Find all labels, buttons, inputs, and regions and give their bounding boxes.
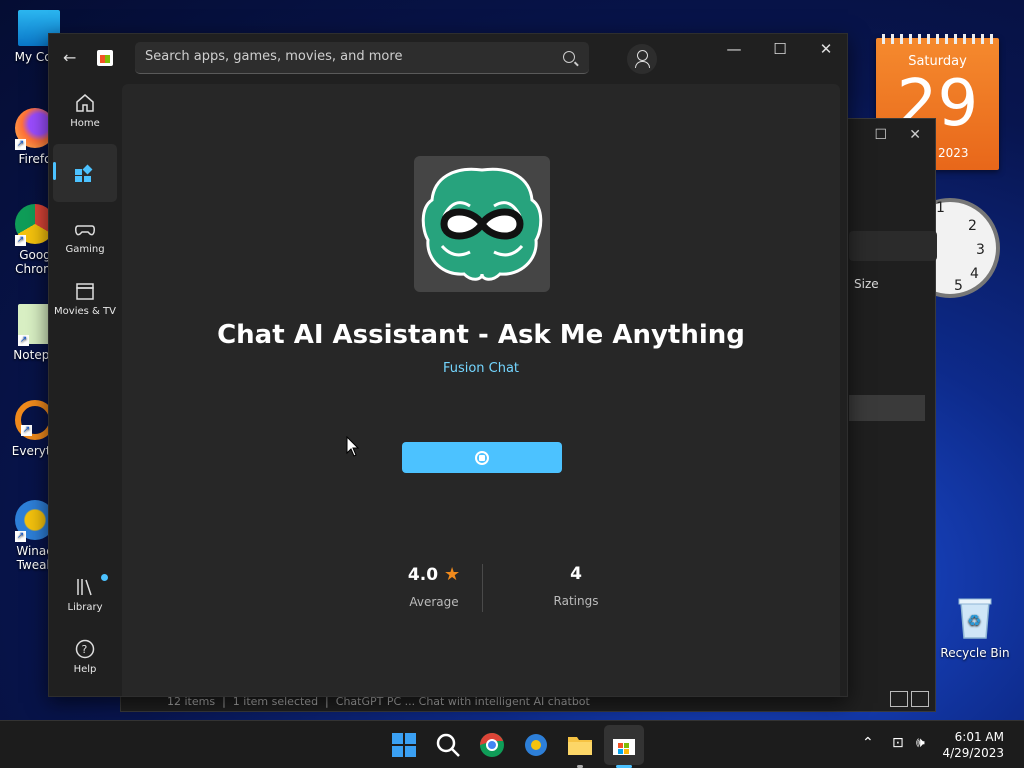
- svg-text:?: ?: [82, 643, 88, 656]
- large-icons-view-icon[interactable]: [911, 691, 929, 707]
- close-icon[interactable]: ✕: [909, 127, 921, 143]
- nav-help[interactable]: ? Help: [53, 638, 117, 675]
- nav-help-label: Help: [73, 664, 97, 675]
- rating-divider: [482, 564, 483, 612]
- nav-library[interactable]: Library: [53, 576, 117, 613]
- chrome-icon[interactable]: [478, 731, 506, 759]
- nav-home-label: Home: [70, 118, 100, 129]
- explorer-window-controls[interactable]: ☐ ✕: [874, 127, 921, 143]
- calendar-year: 2023: [938, 146, 969, 160]
- shortcut-arrow-icon: ↗: [21, 425, 32, 436]
- svg-text:♻: ♻: [967, 611, 981, 630]
- notepad-icon: ↗: [18, 304, 52, 346]
- help-icon: ?: [75, 639, 95, 659]
- app-title: Chat AI Assistant - Ask Me Anything: [217, 320, 745, 350]
- svg-text:5: 5: [954, 278, 963, 294]
- winaero-tweaker-icon[interactable]: [522, 731, 550, 759]
- store-search-box[interactable]: [135, 42, 589, 74]
- details-view-icon[interactable]: [890, 691, 908, 707]
- home-icon: [76, 94, 94, 112]
- gamepad-icon: [75, 225, 95, 236]
- ratings-count-value: 4: [570, 564, 582, 584]
- shortcut-arrow-icon: ↗: [15, 235, 26, 246]
- volume-icon[interactable]: 🕪: [916, 735, 925, 751]
- rating-average-label: Average: [409, 595, 459, 609]
- search-icon[interactable]: [563, 51, 575, 63]
- rating-average: 4.0 ★ Average: [394, 564, 474, 609]
- windows-start-icon[interactable]: [390, 731, 418, 759]
- account-icon[interactable]: [627, 44, 657, 74]
- search-icon[interactable]: [434, 731, 462, 759]
- nav-gaming[interactable]: Gaming: [53, 218, 117, 255]
- taskbar: ⌃ ⊡ 🕪 6:01 AM 4/29/2023: [0, 720, 1024, 768]
- app-publisher-link[interactable]: Fusion Chat: [122, 361, 840, 376]
- star-icon: ★: [443, 564, 461, 585]
- mouse-cursor-icon: [346, 436, 360, 457]
- shortcut-arrow-icon: ↗: [18, 335, 29, 346]
- desktop-icon-recycle-bin[interactable]: ♻ Recycle Bin: [940, 596, 1010, 660]
- maximize-icon[interactable]: ☐: [874, 127, 887, 143]
- clock-gadget[interactable]: 2 3 4 5 1: [900, 188, 1000, 310]
- rating-value: 4.0: [407, 565, 439, 585]
- chevron-up-icon[interactable]: ⌃: [862, 735, 874, 751]
- store-titlebar: ← — ☐ ✕: [49, 34, 847, 84]
- nav-active-indicator: [53, 162, 56, 180]
- close-icon[interactable]: ✕: [811, 40, 841, 58]
- selected-row[interactable]: [849, 395, 925, 421]
- apps-icon[interactable]: [74, 163, 94, 183]
- taskbar-time: 6:01 AM: [954, 730, 1004, 744]
- explorer-search-box[interactable]: [849, 231, 937, 261]
- ratings-count-label: Ratings: [553, 594, 599, 608]
- network-icon[interactable]: ⊡: [892, 735, 904, 751]
- brain-infinity-icon: [421, 167, 543, 281]
- microsoft-store-icon[interactable]: [610, 731, 638, 759]
- app-detail-pane: Chat AI Assistant - Ask Me Anything Fusi…: [122, 84, 840, 696]
- maximize-icon[interactable]: ☐: [765, 40, 795, 58]
- taskbar-date: 4/29/2023: [942, 746, 1004, 760]
- app-logo: [414, 156, 550, 292]
- library-icon: [77, 579, 92, 596]
- svg-text:2: 2: [968, 218, 977, 234]
- shortcut-arrow-icon: ↗: [15, 531, 26, 542]
- store-search-input[interactable]: [145, 49, 545, 64]
- nav-library-label: Library: [67, 602, 103, 613]
- analog-clock-icon: 2 3 4 5 1: [900, 198, 1000, 298]
- column-header-size[interactable]: Size: [854, 277, 879, 291]
- file-explorer-icon[interactable]: [566, 731, 594, 759]
- library-update-badge: [101, 574, 108, 581]
- shortcut-arrow-icon: ↗: [15, 139, 26, 150]
- nav-movies-label: Movies & TV: [54, 306, 116, 317]
- view-buttons[interactable]: [890, 691, 929, 707]
- taskbar-clock[interactable]: 6:01 AM 4/29/2023: [942, 729, 1004, 761]
- minimize-icon[interactable]: —: [719, 40, 749, 58]
- rating-count: 4 Ratings: [536, 564, 616, 608]
- nav-movies-tv[interactable]: Movies & TV: [53, 280, 117, 317]
- store-logo-icon: [97, 50, 113, 66]
- nav-home[interactable]: Home: [53, 92, 117, 129]
- nav-gaming-label: Gaming: [65, 244, 105, 255]
- svg-text:3: 3: [976, 242, 985, 258]
- calendar-rings: [882, 34, 993, 44]
- clapperboard-icon: [76, 283, 94, 300]
- svg-text:1: 1: [936, 200, 945, 216]
- install-progress-spinner-icon: [475, 451, 489, 465]
- recycle-bin-icon: ♻: [958, 598, 992, 639]
- recycle-bin-label: Recycle Bin: [940, 646, 1010, 660]
- install-button[interactable]: [402, 442, 562, 473]
- svg-text:4: 4: [970, 266, 979, 282]
- back-arrow-icon[interactable]: ←: [63, 48, 76, 67]
- microsoft-store-window[interactable]: ← — ☐ ✕ Home Gaming Movies & TV Library …: [48, 33, 848, 697]
